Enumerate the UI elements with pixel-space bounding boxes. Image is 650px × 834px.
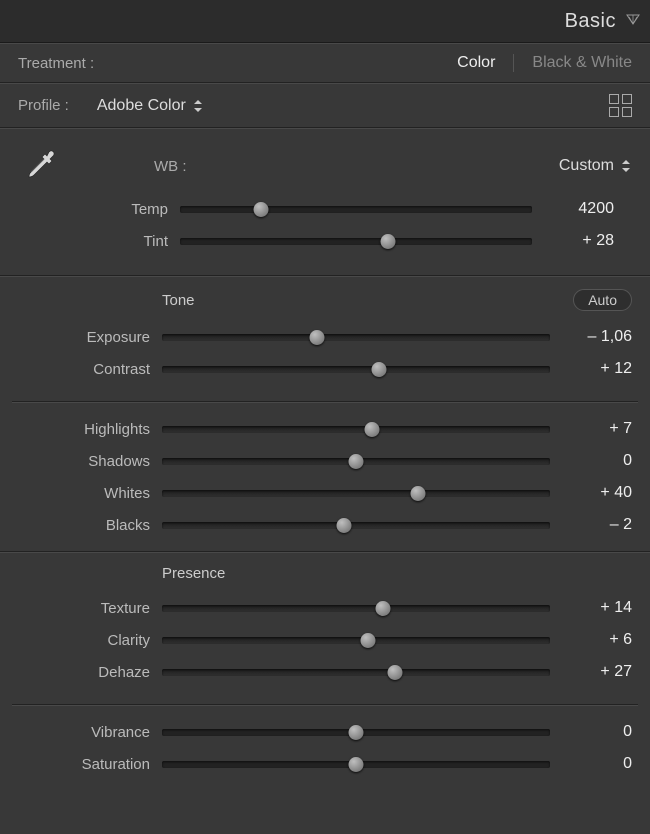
texture-slider[interactable]	[162, 605, 550, 612]
tint-slider[interactable]	[180, 238, 532, 245]
blacks-slider[interactable]	[162, 522, 550, 529]
wb-label: WB :	[154, 158, 187, 175]
updown-icon	[194, 100, 202, 112]
saturation-label: Saturation	[18, 756, 162, 773]
vibrance-label: Vibrance	[18, 724, 162, 741]
shadows-value[interactable]: 0	[550, 452, 632, 470]
highlights-slider-row: Highlights + 7	[18, 413, 632, 445]
tint-label: Tint	[36, 233, 180, 250]
treatment-color[interactable]: Color	[457, 54, 495, 72]
blacks-value[interactable]: – 2	[550, 516, 632, 534]
exposure-thumb[interactable]	[310, 330, 325, 345]
presence-label: Presence	[162, 565, 225, 582]
highlights-value[interactable]: + 7	[550, 420, 632, 438]
vibrance-thumb[interactable]	[349, 725, 364, 740]
vibrance-slider[interactable]	[162, 729, 550, 736]
profile-value: Adobe Color	[97, 97, 186, 115]
exposure-value[interactable]: – 1,06	[550, 328, 632, 346]
basic-panel: Basic Treatment : Color Black & White Pr…	[0, 0, 650, 834]
dehaze-slider-row: Dehaze + 27	[18, 656, 632, 688]
whites-thumb[interactable]	[411, 486, 426, 501]
panel-title: Basic	[565, 10, 616, 33]
wb-dropdown[interactable]: Custom	[559, 157, 630, 175]
exposure-slider[interactable]	[162, 334, 550, 341]
panel-toggle-icon[interactable]	[626, 12, 640, 31]
tint-value[interactable]: + 28	[532, 232, 614, 250]
updown-icon	[622, 160, 630, 172]
tone-label: Tone	[162, 292, 195, 309]
wb-block: WB : Custom Temp 4200 Tint	[0, 129, 650, 275]
profile-label: Profile :	[18, 97, 69, 114]
presence-divider	[12, 704, 638, 706]
auto-button[interactable]: Auto	[573, 289, 632, 311]
shadows-slider-row: Shadows 0	[18, 445, 632, 477]
blacks-slider-row: Blacks – 2	[18, 509, 632, 541]
contrast-thumb[interactable]	[372, 362, 387, 377]
saturation-value[interactable]: 0	[550, 755, 632, 773]
treatment-row: Treatment : Color Black & White	[0, 44, 650, 82]
temp-value[interactable]: 4200	[532, 200, 614, 218]
panel-titlebar: Basic	[0, 0, 650, 43]
blacks-thumb[interactable]	[337, 518, 352, 533]
whites-slider[interactable]	[162, 490, 550, 497]
dehaze-slider[interactable]	[162, 669, 550, 676]
highlights-thumb[interactable]	[364, 422, 379, 437]
eyedropper-icon[interactable]	[18, 143, 64, 189]
vibrance-value[interactable]: 0	[550, 723, 632, 741]
contrast-slider-row: Contrast + 12	[18, 353, 632, 385]
highlights-label: Highlights	[18, 421, 162, 438]
contrast-slider[interactable]	[162, 366, 550, 373]
presence-header: Presence	[0, 553, 650, 588]
tint-slider-row: Tint + 28	[36, 225, 614, 257]
dehaze-thumb[interactable]	[387, 665, 402, 680]
wb-value: Custom	[559, 157, 614, 175]
temp-label: Temp	[36, 201, 180, 218]
shadows-thumb[interactable]	[349, 454, 364, 469]
texture-label: Texture	[18, 600, 162, 617]
saturation-slider[interactable]	[162, 761, 550, 768]
shadows-slider[interactable]	[162, 458, 550, 465]
temp-thumb[interactable]	[253, 202, 268, 217]
profile-dropdown[interactable]: Adobe Color	[97, 97, 202, 115]
clarity-label: Clarity	[18, 632, 162, 649]
exposure-label: Exposure	[18, 329, 162, 346]
tone-divider	[12, 401, 638, 403]
clarity-slider-row: Clarity + 6	[18, 624, 632, 656]
clarity-slider[interactable]	[162, 637, 550, 644]
treatment-bw[interactable]: Black & White	[532, 54, 632, 72]
clarity-thumb[interactable]	[360, 633, 375, 648]
temp-slider[interactable]	[180, 206, 532, 213]
tone-header: Tone Auto	[0, 277, 650, 317]
whites-label: Whites	[18, 485, 162, 502]
contrast-label: Contrast	[18, 361, 162, 378]
texture-thumb[interactable]	[376, 601, 391, 616]
treatment-label: Treatment :	[18, 55, 94, 72]
tint-thumb[interactable]	[380, 234, 395, 249]
temp-slider-row: Temp 4200	[36, 193, 614, 225]
saturation-thumb[interactable]	[349, 757, 364, 772]
whites-value[interactable]: + 40	[550, 484, 632, 502]
dehaze-label: Dehaze	[18, 664, 162, 681]
profile-browser-icon[interactable]	[609, 94, 632, 117]
saturation-slider-row: Saturation 0	[18, 748, 632, 780]
contrast-value[interactable]: + 12	[550, 360, 632, 378]
blacks-label: Blacks	[18, 517, 162, 534]
vibrance-slider-row: Vibrance 0	[18, 716, 632, 748]
shadows-label: Shadows	[18, 453, 162, 470]
treatment-divider	[513, 54, 514, 72]
texture-value[interactable]: + 14	[550, 599, 632, 617]
clarity-value[interactable]: + 6	[550, 631, 632, 649]
whites-slider-row: Whites + 40	[18, 477, 632, 509]
highlights-slider[interactable]	[162, 426, 550, 433]
exposure-slider-row: Exposure – 1,06	[18, 321, 632, 353]
texture-slider-row: Texture + 14	[18, 592, 632, 624]
profile-row: Profile : Adobe Color	[0, 84, 650, 127]
dehaze-value[interactable]: + 27	[550, 663, 632, 681]
